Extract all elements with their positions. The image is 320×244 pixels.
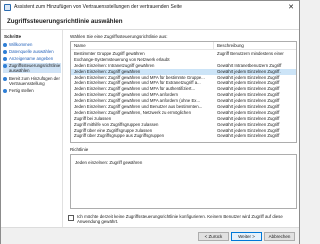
- app-icon: [4, 3, 11, 11]
- policy-listview[interactable]: Name Beschreibung Bestimmter Gruppe Zugr…: [70, 41, 297, 143]
- list-body: Bestimmter Gruppe Zugriff gewähren Zugrif…: [71, 51, 296, 139]
- step-item: Zugriffssteuerungsrichtlinie auswählen: [3, 63, 61, 73]
- step-bullet-icon: [3, 88, 7, 93]
- list-header: Name Beschreibung: [71, 42, 296, 50]
- step-item: Willkommen: [3, 42, 61, 47]
- step-label: Willkommen: [9, 42, 33, 47]
- title-bar: Assistent zum Hinzufügen von Vertrauenss…: [1, 1, 299, 13]
- back-button[interactable]: < Zurück: [198, 232, 229, 241]
- details-text: Jeden einzelnen: Zugriff gewähren: [75, 160, 143, 165]
- no-policy-option[interactable]: Ich möchte derzeit keine Zugriffssteueru…: [68, 214, 297, 224]
- step-bullet-icon: [3, 63, 7, 68]
- wizard-header: Zugriffssteuerungsrichtlinie auswählen: [1, 13, 299, 30]
- step-bullet-icon: [3, 76, 7, 81]
- step-bullet-icon: [3, 49, 7, 54]
- step-item: Bereit zum Hinzufügen der Vertrauensstel…: [3, 76, 61, 86]
- step-label: Datenquelle auswählen: [9, 49, 54, 54]
- page-title: Zugriffssteuerungsrichtlinie auswählen: [7, 18, 123, 25]
- column-header-description[interactable]: Beschreibung: [214, 42, 296, 50]
- step-bullet-icon: [3, 56, 7, 61]
- steps-heading: Schritte: [4, 34, 22, 39]
- column-header-name[interactable]: Name: [71, 42, 214, 50]
- policy-list-label: Wählen Sie eine Zugriffssteuerungsrichtl…: [70, 34, 168, 39]
- wizard-window: Assistent zum Hinzufügen von Vertrauenss…: [0, 0, 300, 244]
- details-label: Richtlinie: [70, 147, 89, 152]
- table-row[interactable]: Zugriff über Zugriffsgruppe aus Zugriffs…: [71, 133, 296, 139]
- steps-sidebar: Schritte Willkommen Datenquelle auswählen…: [1, 30, 63, 244]
- close-icon[interactable]: ✕: [285, 2, 297, 12]
- step-bullet-icon: [3, 42, 7, 47]
- no-policy-checkbox[interactable]: [68, 214, 74, 221]
- step-label: Fertig stellen: [9, 88, 34, 93]
- cancel-button[interactable]: Abbrechen: [264, 232, 295, 241]
- next-button[interactable]: Weiter >: [231, 232, 262, 241]
- step-label: Bereit zum Hinzufügen der Vertrauensstel…: [9, 76, 60, 86]
- step-label: Anzeigename angeben: [9, 56, 54, 61]
- step-label: Zugriffssteuerungsrichtlinie auswählen: [9, 63, 61, 73]
- window-title: Assistent zum Hinzufügen von Vertrauenss…: [14, 4, 182, 10]
- policy-description-cell: Gewährt jedem Einzelnen Zugriff: [217, 133, 280, 139]
- step-item: Datenquelle auswählen: [3, 49, 61, 54]
- policy-name-cell: Zugriff über Zugriffsgruppe aus Zugriffs…: [74, 133, 165, 139]
- step-item: Anzeigename angeben: [3, 56, 61, 61]
- button-bar: < Zurück Weiter > Abbrechen: [1, 227, 299, 244]
- main-panel: Wählen Sie eine Zugriffssteuerungsrichtl…: [64, 30, 299, 212]
- details-box: Jeden einzelnen: Zugriff gewähren: [70, 154, 297, 209]
- no-policy-checkbox-label: Ich möchte derzeit keine Zugriffssteueru…: [77, 214, 283, 225]
- step-item: Fertig stellen: [3, 88, 61, 93]
